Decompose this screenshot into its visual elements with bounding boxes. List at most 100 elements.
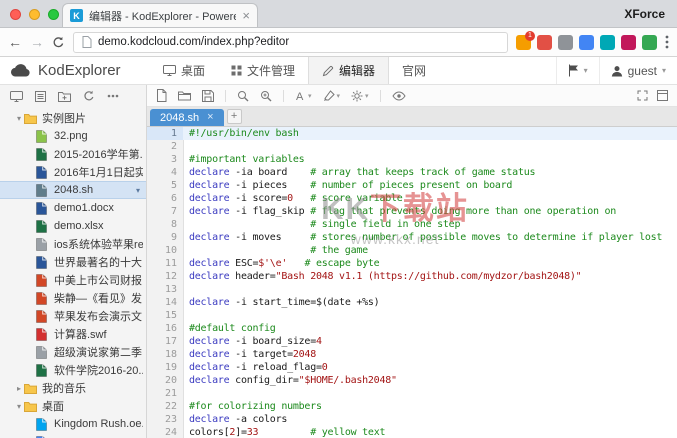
tab-close-icon[interactable]: × bbox=[207, 112, 213, 123]
extension-red[interactable] bbox=[537, 35, 552, 50]
forward-icon[interactable]: → bbox=[30, 35, 44, 49]
minimize-window-button[interactable] bbox=[29, 9, 40, 20]
extension-green[interactable] bbox=[642, 35, 657, 50]
code-line[interactable]: 17declare -i board_size=4 bbox=[147, 335, 677, 348]
code-line[interactable]: 14declare -i start_time=$(date +%s) bbox=[147, 296, 677, 309]
chevron-right-icon[interactable]: ▸ bbox=[14, 384, 24, 393]
code-line[interactable]: 13 bbox=[147, 283, 677, 296]
extension-gray[interactable] bbox=[558, 35, 573, 50]
tree-item[interactable]: 软件学院2016-20... bbox=[0, 361, 146, 379]
line-number: 1 bbox=[147, 127, 183, 140]
tree-item[interactable]: 柴静—《看见》发... bbox=[0, 289, 146, 307]
code-line[interactable]: 23declare -a colors bbox=[147, 413, 677, 426]
chevron-down-icon[interactable]: ▾ bbox=[14, 402, 24, 411]
file-tree: ▾实例图片32.png2015-2016学年第...2016年1月1日起实...… bbox=[0, 107, 146, 438]
address-bar[interactable]: demo.kodcloud.com/index.php?editor bbox=[73, 32, 508, 53]
code-line[interactable]: 15 bbox=[147, 309, 677, 322]
tree-item[interactable]: 苹果发布会演示文... bbox=[0, 307, 146, 325]
tree-item[interactable] bbox=[0, 433, 146, 438]
code-line[interactable]: 6declare -i score=0 # score variable bbox=[147, 192, 677, 205]
tree-item[interactable]: ▾桌面 bbox=[0, 397, 146, 415]
code-line[interactable]: 18declare -i target=2048 bbox=[147, 348, 677, 361]
user-menu-button[interactable]: guest ▾ bbox=[599, 57, 677, 84]
desktop-icon[interactable] bbox=[10, 91, 23, 102]
code-line[interactable]: 2 bbox=[147, 140, 677, 153]
close-window-button[interactable] bbox=[10, 9, 21, 20]
preview-icon[interactable] bbox=[392, 91, 406, 101]
new-folder-icon[interactable] bbox=[58, 91, 71, 102]
fullscreen-icon[interactable] bbox=[657, 90, 668, 101]
code-line[interactable]: 16#default config bbox=[147, 322, 677, 335]
zoom-icon[interactable] bbox=[260, 90, 272, 102]
tree-item[interactable]: ios系统体验苹果re... bbox=[0, 235, 146, 253]
tree-item[interactable]: 世界最著名的十大... bbox=[0, 253, 146, 271]
code-line[interactable]: 20declare config_dir="$HOME/.bash2048" bbox=[147, 374, 677, 387]
code-text: #for colorizing numbers bbox=[183, 400, 322, 413]
clipboard-icon[interactable] bbox=[35, 90, 46, 102]
back-icon[interactable]: ← bbox=[8, 35, 22, 49]
line-number: 24 bbox=[147, 426, 183, 438]
editor-tab[interactable]: 2048.sh × bbox=[150, 109, 224, 126]
tree-item[interactable]: ▾实例图片 bbox=[0, 109, 146, 127]
tree-item[interactable]: 计算器.swf bbox=[0, 325, 146, 343]
tree-item[interactable]: ▸我的音乐 bbox=[0, 379, 146, 397]
tree-item[interactable]: 2016年1月1日起实... bbox=[0, 163, 146, 181]
extension-blue[interactable] bbox=[579, 35, 594, 50]
extension-teal[interactable] bbox=[600, 35, 615, 50]
language-flag-button[interactable]: ▾ bbox=[556, 57, 599, 84]
code-line[interactable]: 19declare -i reload_flag=0 bbox=[147, 361, 677, 374]
tab-title: 编辑器 - KodExplorer - Powere bbox=[89, 8, 236, 24]
browser-toolbar: ← → demo.kodcloud.com/index.php?editor 1 bbox=[0, 28, 677, 57]
item-menu-caret[interactable]: ▾ bbox=[133, 186, 143, 195]
tree-item[interactable]: 2048.sh▾ bbox=[0, 181, 146, 199]
open-folder-icon[interactable] bbox=[178, 90, 191, 101]
code-line[interactable]: 8 # single field in one step bbox=[147, 218, 677, 231]
reload-icon[interactable] bbox=[52, 36, 65, 49]
more-icon[interactable] bbox=[107, 94, 119, 98]
save-icon[interactable] bbox=[202, 90, 214, 102]
app-logo[interactable]: KodExplorer bbox=[0, 57, 150, 84]
tree-item[interactable]: 32.png bbox=[0, 127, 146, 145]
code-line[interactable]: 5declare -i pieces # number of pieces pr… bbox=[147, 179, 677, 192]
code-line[interactable]: 3#important variables bbox=[147, 153, 677, 166]
code-line[interactable]: 24colors[2]=33 # yellow text bbox=[147, 426, 677, 438]
settings-icon[interactable]: ▾ bbox=[351, 90, 369, 102]
new-file-icon[interactable] bbox=[156, 89, 167, 102]
nav-item-official-site[interactable]: 官网 bbox=[389, 57, 439, 84]
tree-item[interactable]: demo.xlsx bbox=[0, 217, 146, 235]
code-line[interactable]: 4declare -ia board # array that keeps tr… bbox=[147, 166, 677, 179]
file-icon bbox=[36, 220, 50, 233]
code-line[interactable]: 12declare header="Bash 2048 v1.1 (https:… bbox=[147, 270, 677, 283]
tab-close-icon[interactable]: × bbox=[242, 9, 250, 22]
nav-item-desktop[interactable]: 桌面 bbox=[150, 57, 218, 84]
extension-orange[interactable]: 1 bbox=[516, 35, 531, 50]
code-line[interactable]: 9declare -i moves # stores number of pos… bbox=[147, 231, 677, 244]
theme-icon[interactable]: ▾ bbox=[323, 90, 341, 102]
tree-item[interactable]: 超级演说家第二季... bbox=[0, 343, 146, 361]
tree-item[interactable]: 中美上市公司财报... bbox=[0, 271, 146, 289]
code-line[interactable]: 22#for colorizing numbers bbox=[147, 400, 677, 413]
code-line[interactable]: 1#!/usr/bin/env bash bbox=[147, 127, 677, 140]
refresh-icon[interactable] bbox=[83, 90, 95, 102]
nav-item-editor[interactable]: 编辑器 bbox=[308, 57, 389, 84]
font-size-icon[interactable]: A▾ bbox=[295, 90, 312, 102]
tree-item[interactable]: 2015-2016学年第... bbox=[0, 145, 146, 163]
chevron-down-icon[interactable]: ▾ bbox=[14, 114, 24, 123]
code-line[interactable]: 21 bbox=[147, 387, 677, 400]
search-icon[interactable] bbox=[237, 90, 249, 102]
browser-menu-icon[interactable] bbox=[665, 35, 669, 49]
new-tab-button[interactable]: + bbox=[227, 109, 242, 124]
browser-tab[interactable]: K 编辑器 - KodExplorer - Powere × bbox=[62, 3, 258, 27]
nav-item-file-manager[interactable]: 文件管理 bbox=[218, 57, 308, 84]
tree-item[interactable]: demo1.docx bbox=[0, 199, 146, 217]
line-number: 6 bbox=[147, 192, 183, 205]
tree-item[interactable]: Kingdom Rush.oe... bbox=[0, 415, 146, 433]
code-line[interactable]: 10 # the game bbox=[147, 244, 677, 257]
code-line[interactable]: 7declare -i flag_skip # flag that preven… bbox=[147, 205, 677, 218]
code-editor[interactable]: 1#!/usr/bin/env bash23#important variabl… bbox=[147, 127, 677, 438]
code-text: #!/usr/bin/env bash bbox=[183, 127, 299, 140]
zoom-window-button[interactable] bbox=[48, 9, 59, 20]
expand-icon[interactable] bbox=[637, 90, 648, 101]
code-line[interactable]: 11declare ESC=$'\e' # escape byte bbox=[147, 257, 677, 270]
extension-crimson[interactable] bbox=[621, 35, 636, 50]
